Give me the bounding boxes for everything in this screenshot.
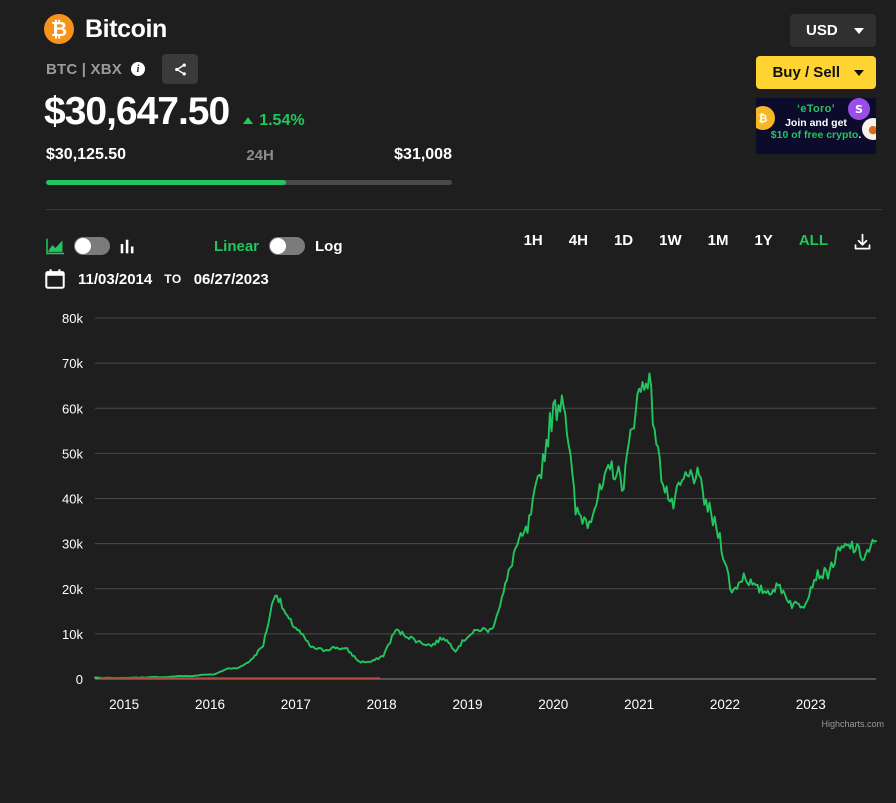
x-axis-tick-label: 2023 <box>796 697 826 712</box>
page-title: Bitcoin <box>85 14 167 43</box>
y-axis-tick-label: 70k <box>62 356 83 371</box>
ad-brand-label: ‘eToro’ <box>797 103 835 115</box>
chart-canvas[interactable]: 0 10k 20k 30k 40k 50k 60k 70k 80k 2015 2016 2017 201… <box>0 306 896 726</box>
header-actions: USD Buy / Sell ₿ S ● ‘eToro’ Join and ge… <box>756 14 876 154</box>
date-separator-label: TO <box>164 272 182 286</box>
timeframe-4h[interactable]: 4H <box>569 232 588 249</box>
x-axis-tick-label: 2018 <box>367 697 397 712</box>
y-axis-tick-label: 10k <box>62 627 83 642</box>
price-change: 1.54% <box>243 111 305 130</box>
chart-controls: Linear Log 1H 4H 1D 1W 1M 1Y ALL <box>0 210 896 260</box>
bar-chart-icon[interactable] <box>119 238 136 255</box>
current-price: $30,647.50 <box>44 90 230 133</box>
y-axis-tick-label: 30k <box>62 537 83 552</box>
chart-series-line <box>94 372 877 680</box>
calendar-icon[interactable] <box>44 268 66 290</box>
bitcoin-logo-icon: ₿ <box>44 14 74 44</box>
ad-headline: Join and get <box>785 117 847 129</box>
ad-bitcoin-coin-icon: ₿ <box>756 106 775 130</box>
price-chart[interactable]: 0 10k 20k 30k 40k 50k 60k 70k 80k 2015 2016 2017 201… <box>0 306 896 731</box>
range-bar-fill <box>46 180 286 185</box>
coin-title: ₿ Bitcoin <box>44 14 167 44</box>
download-icon <box>854 233 870 249</box>
ad-subheadline: $10 of free crypto. <box>771 129 861 141</box>
buy-sell-label: Buy / Sell <box>772 64 840 81</box>
range-period-label: 24H <box>246 146 274 164</box>
ad-shiba-coin-icon: ● <box>862 118 876 140</box>
currency-label: USD <box>806 22 838 39</box>
toggle-knob <box>75 238 91 254</box>
x-axis-tick-label: 2021 <box>624 697 654 712</box>
scale-log-label[interactable]: Log <box>315 238 343 255</box>
scale-toggle[interactable] <box>269 237 306 255</box>
timeframe-1h[interactable]: 1H <box>524 232 543 249</box>
price-change-value: 1.54% <box>259 111 305 129</box>
chart-type-toggle[interactable] <box>74 237 110 255</box>
x-axis-tick-label: 2019 <box>452 697 482 712</box>
page-header: ₿ Bitcoin USD Buy / Sell ₿ S ● ‘eToro’ J… <box>0 0 896 154</box>
scale-toggle-group: Linear Log <box>214 237 343 255</box>
date-end-input[interactable]: 06/27/2023 <box>194 271 269 288</box>
highcharts-credit[interactable]: Highcharts.com <box>821 719 884 729</box>
date-start-input[interactable]: 11/03/2014 <box>78 271 152 288</box>
chevron-down-icon <box>853 27 864 34</box>
price-range-block: $30,125.50 24H $31,008 <box>0 134 452 185</box>
x-axis-tick-label: 2022 <box>710 697 740 712</box>
range-low-value: $30,125.50 <box>46 146 127 163</box>
share-button[interactable] <box>162 54 199 84</box>
timeframe-1y[interactable]: 1Y <box>754 232 772 249</box>
info-icon[interactable]: i <box>131 62 146 76</box>
ad-offer-text: $10 of free crypto <box>770 129 859 141</box>
y-axis-tick-label: 20k <box>62 582 83 597</box>
x-axis-tick-label: 2016 <box>195 697 225 712</box>
buy-sell-button[interactable]: Buy / Sell <box>756 56 876 89</box>
arrow-up-icon <box>243 117 254 124</box>
chart-type-toggle-group <box>46 237 136 255</box>
timeframe-1w[interactable]: 1W <box>659 232 682 249</box>
y-axis-tick-label: 50k <box>62 446 83 461</box>
share-icon <box>174 63 186 75</box>
line-chart-icon[interactable] <box>46 238 65 255</box>
range-high-value: $31,008 <box>394 146 452 163</box>
trading-pair-label: BTC | XBX <box>46 60 123 78</box>
x-axis-tick-label: 2020 <box>538 697 568 712</box>
chevron-down-icon <box>854 69 864 76</box>
currency-selector[interactable]: USD <box>790 14 876 47</box>
download-button[interactable] <box>848 228 876 256</box>
y-axis-tick-label: 80k <box>62 311 83 326</box>
x-axis-tick-label: 2015 <box>109 697 139 712</box>
ad-polygon-coin-icon: S <box>848 98 870 120</box>
scale-linear-label[interactable]: Linear <box>214 238 259 255</box>
range-bar-track <box>46 180 452 185</box>
y-axis-tick-label: 40k <box>62 492 83 507</box>
timeframe-selector: 1H 4H 1D 1W 1M 1Y ALL <box>524 232 828 249</box>
x-axis-tick-label: 2017 <box>281 697 311 712</box>
timeframe-all[interactable]: ALL <box>799 232 828 249</box>
range-labels: $30,125.50 24H $31,008 <box>46 146 452 164</box>
timeframe-1m[interactable]: 1M <box>708 232 729 249</box>
etoro-ad-banner[interactable]: ₿ S ● ‘eToro’ Join and get $10 of free c… <box>756 98 876 154</box>
date-range-row: 11/03/2014 TO 06/27/2023 <box>0 260 896 290</box>
y-axis-tick-label: 0 <box>76 672 83 687</box>
y-axis-tick-label: 60k <box>62 401 83 416</box>
ad-period: . <box>858 129 862 141</box>
toggle-knob <box>270 238 287 254</box>
timeframe-1d[interactable]: 1D <box>614 232 633 249</box>
